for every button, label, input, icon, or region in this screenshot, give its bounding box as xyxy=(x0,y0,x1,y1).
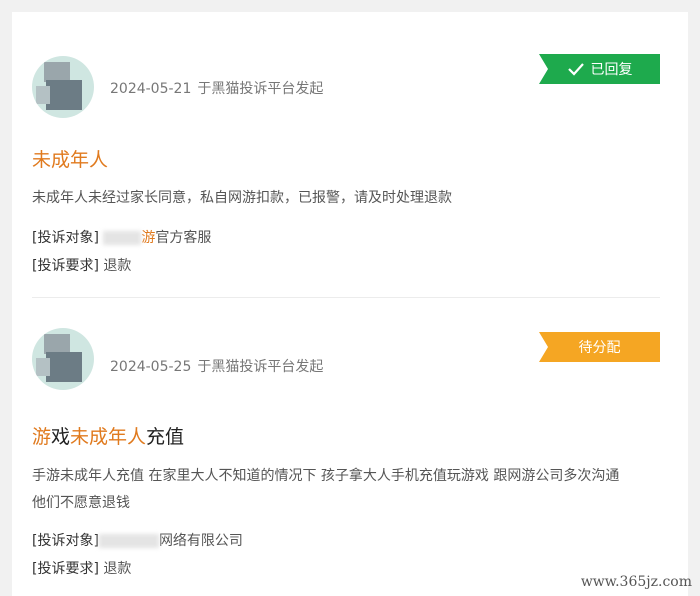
complaint-target-row: [投诉对象] 网络有限公司 xyxy=(32,530,243,550)
divider xyxy=(32,297,660,298)
complaint-date: 2024-05-25 xyxy=(110,359,192,375)
complaint-description: 手游未成年人充值 在家里大人不知道的情况下 孩子拿大人手机充值玩游戏 跟网游公司… xyxy=(32,463,682,517)
title-text: 戏 xyxy=(51,426,71,448)
title-highlight: 未成年人 xyxy=(70,426,147,448)
target-value: 官方客服 xyxy=(155,230,212,246)
target-label: [投诉对象] xyxy=(32,230,99,246)
complaint-meta: 2024-05-21 于黑猫投诉平台发起 xyxy=(110,78,323,98)
status-label: 待分配 xyxy=(578,340,621,356)
description-line: 他们不愿意退钱 xyxy=(32,495,130,511)
target-highlight: 游 xyxy=(141,230,156,246)
request-label: [投诉要求] xyxy=(32,561,99,577)
complaint-request-row: [投诉要求] 退款 xyxy=(32,255,131,275)
complaint-card[interactable]: 2024-05-21 于黑猫投诉平台发起 已回复 未成年人 未成年人未经过家长同意… xyxy=(12,12,688,300)
request-label: [投诉要求] xyxy=(32,258,99,274)
title-highlight: 游 xyxy=(32,426,52,448)
title-text: 充值 xyxy=(146,426,185,448)
status-badge-replied: 已回复 xyxy=(539,54,660,84)
complaint-request-row: [投诉要求] 退款 xyxy=(32,558,131,578)
target-value: 网络有限公司 xyxy=(158,533,243,549)
description-line: 手游未成年人充值 在家里大人不知道的情况下 孩子拿大人手机充值玩游戏 跟网游公司… xyxy=(32,468,620,484)
watermark: www.365jz.com xyxy=(580,574,692,590)
complaint-description: 未成年人未经过家长同意，私自网游扣款，已报警，请及时处理退款 xyxy=(32,190,452,206)
avatar xyxy=(32,56,94,118)
complaint-list-panel: 2024-05-21 于黑猫投诉平台发起 已回复 未成年人 未成年人未经过家长同意… xyxy=(12,12,688,596)
complaint-meta: 2024-05-25 于黑猫投诉平台发起 xyxy=(110,356,323,376)
target-label: [投诉对象] xyxy=(32,533,99,549)
complaint-date: 2024-05-21 xyxy=(110,81,192,97)
request-value: 退款 xyxy=(103,561,132,577)
status-label: 已回复 xyxy=(590,62,633,78)
status-badge-pending: 待分配 xyxy=(539,332,660,362)
request-value: 退款 xyxy=(103,258,132,274)
complaint-title[interactable]: 未成年人 xyxy=(32,145,108,172)
complaint-card[interactable]: 2024-05-25 于黑猫投诉平台发起 待分配 游戏未成年人充值 手游未成年人充… xyxy=(12,300,688,596)
title-highlight: 未成年人 xyxy=(32,149,109,171)
complaint-target-row: [投诉对象] 游官方客服 xyxy=(32,227,211,247)
redacted-text xyxy=(98,534,159,548)
complaint-source: 于黑猫投诉平台发起 xyxy=(197,81,324,97)
complaint-title[interactable]: 游戏未成年人充值 xyxy=(32,422,184,449)
checkmark-icon xyxy=(567,63,584,76)
avatar xyxy=(32,328,94,390)
redacted-text xyxy=(103,231,142,245)
complaint-source: 于黑猫投诉平台发起 xyxy=(197,359,324,375)
